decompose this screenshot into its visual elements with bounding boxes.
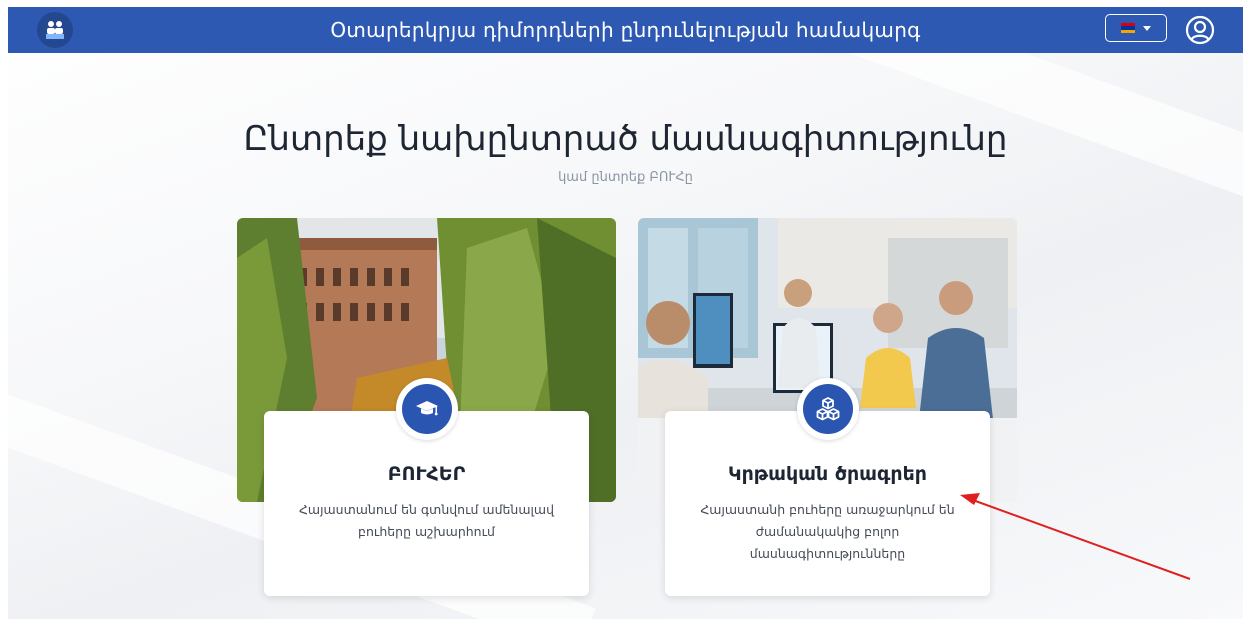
cubes-icon: [816, 397, 840, 421]
card-description: Հայաստանի բուհերը առաջարկում են ժամանակա…: [700, 502, 955, 561]
card-icon-badge: [396, 378, 458, 440]
user-circle-icon[interactable]: [1185, 15, 1215, 45]
card-description: Հայաստանում են գտնվում ամենալավ բուհերը …: [298, 502, 555, 539]
card-title: Կրթական ծրագրեր: [728, 463, 927, 485]
app-title: Օտարերկրյա դիմորդների ընդունելության համ…: [330, 18, 921, 42]
page-subheading: կամ ընտրեք ԲՈՒՀը: [558, 170, 693, 185]
graduation-cap-icon: [416, 401, 438, 416]
card-icon-badge: [797, 378, 859, 440]
top-navbar: Օտարերկրյա դիմորդների ընդունելության համ…: [8, 7, 1243, 53]
page: Օտարերկրյա դիմորդների ընդունելության համ…: [8, 7, 1243, 619]
card-title: ԲՈՒՀԵՐ: [387, 463, 466, 485]
armenian-flag-icon: [1121, 23, 1135, 33]
language-selector[interactable]: [1105, 14, 1167, 42]
caret-down-icon: [1143, 25, 1151, 31]
page-heading: Ընտրեք նախընտրած մասնագիտությունը: [243, 119, 1008, 159]
